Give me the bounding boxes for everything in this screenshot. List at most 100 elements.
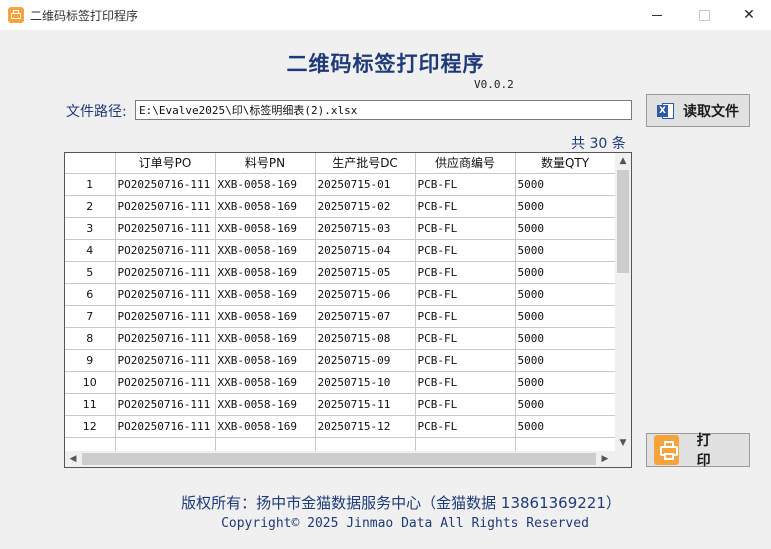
batch-dc-cell[interactable]: 20250715-03 [314,216,416,240]
supplier-cell[interactable]: PCB-FL [414,326,516,350]
qty-cell[interactable]: 5000 [514,282,616,306]
row-number[interactable]: 12 [65,414,116,438]
batch-dc-cell[interactable]: 20250715-07 [314,304,416,328]
qty-cell[interactable]: 5000 [514,194,616,218]
header-supplier[interactable]: 供应商编号 [414,153,516,174]
scroll-down-icon[interactable]: ▼ [615,435,631,451]
table-row[interactable]: 1 PO20250716-111 XXB-0058-169 20250715-01 PC… [65,172,616,196]
order-po-cell[interactable]: PO20250716-111 [114,370,216,394]
batch-dc-cell[interactable]: 20250715-10 [314,370,416,394]
part-pn-cell[interactable]: XXB-0058-169 [214,370,316,394]
part-pn-cell[interactable]: XXB-0058-169 [214,326,316,350]
supplier-cell[interactable]: PCB-FL [414,260,516,284]
row-number[interactable]: 11 [65,392,116,416]
table-row[interactable]: 4 PO20250716-111 XXB-0058-169 20250715-04 PC… [65,238,616,262]
file-path-input[interactable] [135,100,632,120]
order-po-cell[interactable]: PO20250716-111 [114,348,216,372]
header-qty[interactable]: 数量QTY [514,153,616,174]
order-po-cell[interactable]: PO20250716-111 [114,172,216,196]
qty-cell[interactable]: 5000 [514,304,616,328]
table-row[interactable]: 2 PO20250716-111 XXB-0058-169 20250715-02 PC… [65,194,616,218]
row-number[interactable]: 8 [65,326,116,350]
table-row[interactable]: 3 PO20250716-111 XXB-0058-169 20250715-03 PC… [65,216,616,240]
data-grid[interactable]: 订单号PO 料号PN 生产批号DC 供应商编号 数量QTY 1 PO2025071… [64,152,632,468]
order-po-cell[interactable]: PO20250716-111 [114,282,216,306]
vertical-scrollbar[interactable]: ▲ ▼ [615,153,631,451]
supplier-cell[interactable]: PCB-FL [414,414,516,438]
maximize-button[interactable] [681,0,727,30]
batch-dc-cell[interactable]: 20250715-12 [314,414,416,438]
row-number[interactable]: 2 [65,194,116,218]
table-row[interactable]: 9 PO20250716-111 XXB-0058-169 20250715-09 PC… [65,348,616,372]
scroll-up-icon[interactable]: ▲ [615,153,631,169]
read-file-button[interactable]: X 读取文件 [646,94,750,127]
supplier-cell[interactable]: PCB-FL [414,194,516,218]
batch-dc-cell[interactable]: 20250715-08 [314,326,416,350]
qty-cell[interactable]: 5000 [514,392,616,416]
order-po-cell[interactable]: PO20250716-111 [114,392,216,416]
qty-cell[interactable]: 5000 [514,370,616,394]
table-row[interactable]: 8 PO20250716-111 XXB-0058-169 20250715-08 PC… [65,326,616,350]
row-number[interactable]: 10 [65,370,116,394]
batch-dc-cell[interactable]: 20250715-06 [314,282,416,306]
supplier-cell[interactable]: PCB-FL [414,370,516,394]
scroll-right-icon[interactable]: ▶ [597,451,613,467]
part-pn-cell[interactable]: XXB-0058-169 [214,238,316,262]
supplier-cell[interactable]: PCB-FL [414,304,516,328]
order-po-cell[interactable]: PO20250716-111 [114,414,216,438]
table-row[interactable]: 5 PO20250716-111 XXB-0058-169 20250715-05 PC… [65,260,616,284]
supplier-cell[interactable]: PCB-FL [414,238,516,262]
part-pn-cell[interactable]: XXB-0058-169 [214,392,316,416]
supplier-cell[interactable]: PCB-FL [414,348,516,372]
batch-dc-cell[interactable]: 20250715-05 [314,260,416,284]
qty-cell[interactable]: 5000 [514,326,616,350]
part-pn-cell[interactable]: XXB-0058-169 [214,282,316,306]
header-po[interactable]: 订单号PO [114,153,216,174]
row-number[interactable]: 5 [65,260,116,284]
supplier-cell[interactable]: PCB-FL [414,282,516,306]
table-row[interactable]: 6 PO20250716-111 XXB-0058-169 20250715-06 PC… [65,282,616,306]
vertical-scroll-thumb[interactable] [617,170,629,273]
qty-cell[interactable]: 5000 [514,238,616,262]
row-number[interactable]: 3 [65,216,116,240]
qty-cell[interactable]: 5000 [514,216,616,240]
batch-dc-cell[interactable]: 20250715-02 [314,194,416,218]
qty-cell[interactable]: 5000 [514,348,616,372]
order-po-cell[interactable]: PO20250716-111 [114,260,216,284]
part-pn-cell[interactable]: XXB-0058-169 [214,216,316,240]
minimize-button[interactable] [634,0,680,30]
qty-cell[interactable]: 5000 [514,414,616,438]
part-pn-cell[interactable]: XXB-0058-169 [214,260,316,284]
order-po-cell[interactable]: PO20250716-111 [114,216,216,240]
part-pn-cell[interactable]: XXB-0058-169 [214,172,316,196]
close-button[interactable]: ✕ [726,0,771,30]
row-number[interactable]: 1 [65,172,116,196]
supplier-cell[interactable]: PCB-FL [414,392,516,416]
row-number[interactable]: 7 [65,304,116,328]
batch-dc-cell[interactable]: 20250715-04 [314,238,416,262]
order-po-cell[interactable]: PO20250716-111 [114,238,216,262]
supplier-cell[interactable]: PCB-FL [414,172,516,196]
part-pn-cell[interactable]: XXB-0058-169 [214,414,316,438]
batch-dc-cell[interactable]: 20250715-09 [314,348,416,372]
scroll-left-icon[interactable]: ◀ [65,451,81,467]
row-number[interactable]: 4 [65,238,116,262]
table-row[interactable]: 12 PO20250716-111 XXB-0058-169 20250715-12 P… [65,414,616,438]
batch-dc-cell[interactable]: 20250715-01 [314,172,416,196]
header-dc[interactable]: 生产批号DC [314,153,416,174]
order-po-cell[interactable]: PO20250716-111 [114,304,216,328]
part-pn-cell[interactable]: XXB-0058-169 [214,304,316,328]
batch-dc-cell[interactable]: 20250715-11 [314,392,416,416]
print-button[interactable]: 打印 [646,433,750,469]
row-number[interactable]: 6 [65,282,116,306]
supplier-cell[interactable]: PCB-FL [414,216,516,240]
title-bar[interactable]: 二维码标签打印程序 ✕ [0,0,771,30]
qty-cell[interactable]: 5000 [514,172,616,196]
row-number[interactable]: 9 [65,348,116,372]
horizontal-scroll-thumb[interactable] [82,453,596,465]
part-pn-cell[interactable]: XXB-0058-169 [214,194,316,218]
table-row[interactable]: 10 PO20250716-111 XXB-0058-169 20250715-10 P… [65,370,616,394]
order-po-cell[interactable]: PO20250716-111 [114,326,216,350]
header-pn[interactable]: 料号PN [214,153,316,174]
table-row[interactable]: 11 PO20250716-111 XXB-0058-169 20250715-11 P… [65,392,616,416]
